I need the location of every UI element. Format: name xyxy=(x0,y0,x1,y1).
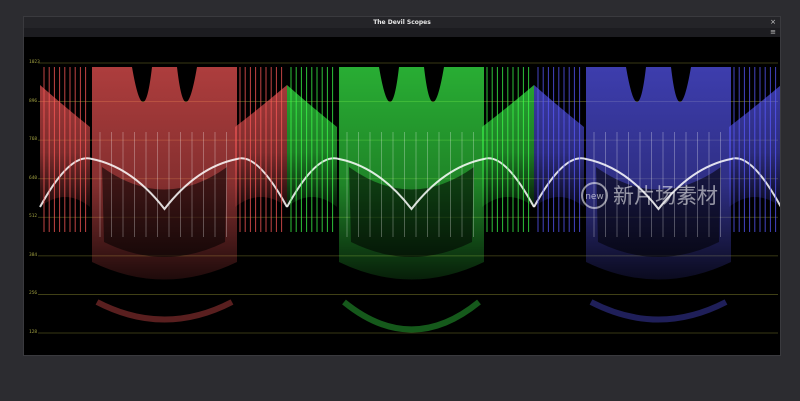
axis-tick-label: 512 xyxy=(29,214,38,220)
axis-tick-label: 896 xyxy=(29,98,38,104)
axis-tick-label: 256 xyxy=(29,291,38,297)
watermark-logo: new xyxy=(581,182,608,209)
close-button[interactable]: × xyxy=(770,17,776,28)
axis-tick-label: 1023 xyxy=(29,60,40,65)
axis-tick-label: 128 xyxy=(29,330,38,335)
axis-tick-label: 640 xyxy=(29,175,38,181)
axis-tick-label: 384 xyxy=(29,252,38,258)
waveform-ghost xyxy=(589,299,728,323)
waveform-ghost xyxy=(342,299,481,333)
watermark-text: 新片场素材 xyxy=(613,184,718,208)
axis-tick-label: 768 xyxy=(29,137,38,143)
green-channel-waveform xyxy=(286,67,535,333)
window-title: The Devil Scopes xyxy=(373,19,431,26)
red-channel-waveform xyxy=(39,67,288,323)
waveform-ghost xyxy=(95,299,234,323)
menu-icon[interactable]: ≡ xyxy=(770,28,776,37)
toolbar: ≡ xyxy=(24,28,780,37)
